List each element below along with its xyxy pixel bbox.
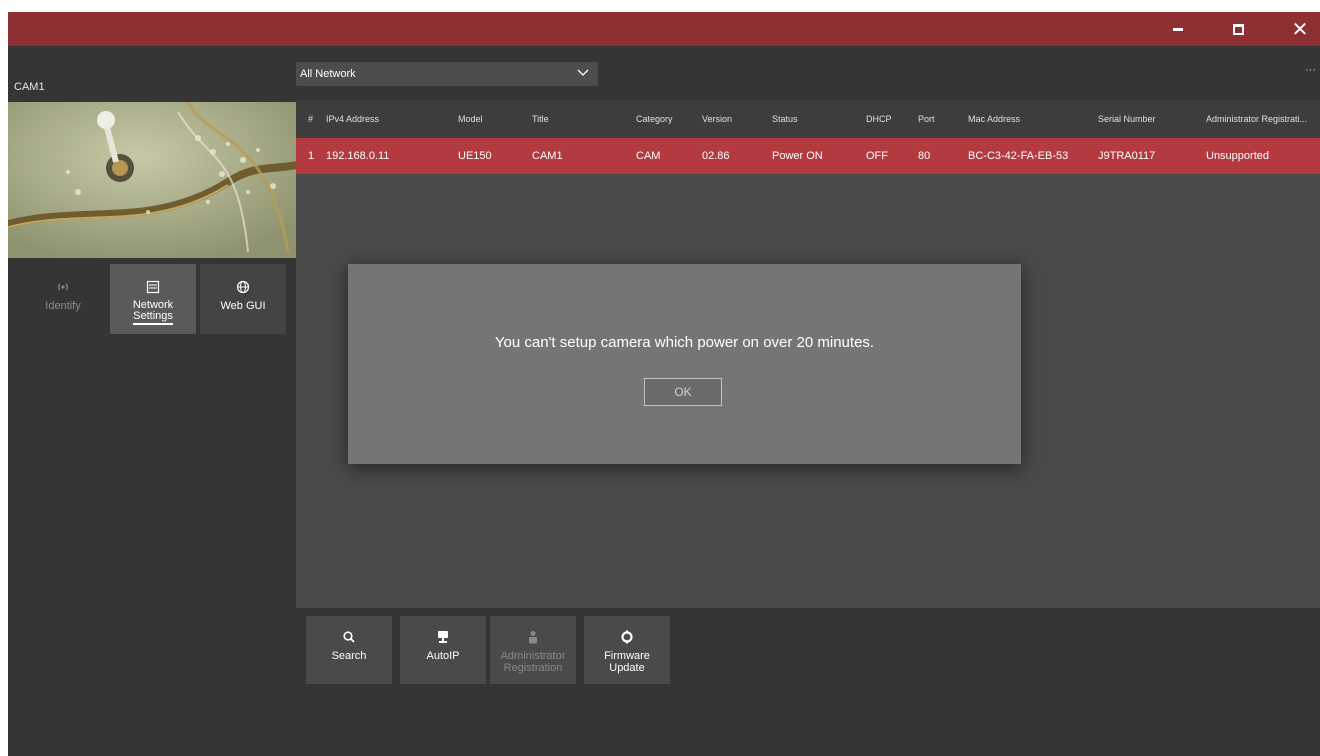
application-window: ✕ CAM1 Identify Network Settings Web GUI… — [8, 12, 1320, 756]
ok-button[interactable]: OK — [644, 378, 722, 406]
restore-icon — [1232, 23, 1244, 35]
network-settings-icon — [146, 280, 160, 294]
more-menu-button[interactable]: ··· — [1305, 64, 1316, 76]
cell-dhcp: OFF — [866, 150, 888, 162]
cell-model: UE150 — [458, 150, 492, 162]
firmware-update-icon — [621, 630, 633, 644]
administrator-label-line1: Administrator — [500, 650, 566, 662]
cell-port: 80 — [918, 150, 931, 162]
autoip-label: AutoIP — [426, 650, 460, 662]
search-button[interactable]: Search — [306, 616, 392, 684]
firmware-update-button[interactable]: Firmware Update — [584, 616, 670, 684]
autoip-icon — [438, 631, 448, 643]
col-version: Version — [702, 114, 733, 124]
col-mac: Mac Address — [968, 114, 1021, 124]
web-gui-button[interactable]: Web GUI — [200, 264, 286, 334]
camera-name: CAM1 — [14, 81, 45, 93]
user-icon — [529, 631, 537, 644]
autoip-button[interactable]: AutoIP — [400, 616, 486, 684]
left-panel: CAM1 Identify Network Settings Web GUI — [8, 46, 296, 756]
cell-serial: J9TRA0117 — [1098, 150, 1156, 162]
alert-dialog: You can't setup camera which power on ov… — [348, 264, 1021, 464]
col-status: Status — [772, 114, 798, 124]
administrator-registration-button[interactable]: Administrator Registration — [490, 616, 576, 684]
col-index: # — [308, 114, 314, 124]
globe-icon — [236, 280, 250, 294]
col-dhcp: DHCP — [866, 114, 892, 124]
administrator-label-line2: Registration — [503, 662, 563, 674]
cell-title: CAM1 — [532, 150, 563, 162]
col-title: Title — [532, 114, 549, 124]
web-gui-label: Web GUI — [220, 300, 266, 312]
col-ipv4: IPv4 Address — [326, 114, 380, 124]
close-button[interactable]: ✕ — [1278, 12, 1320, 46]
firmware-label-line1: Firmware — [604, 650, 650, 662]
restore-button[interactable] — [1216, 12, 1260, 46]
network-settings-button[interactable]: Network Settings — [110, 264, 196, 334]
identify-button[interactable]: Identify — [20, 264, 106, 334]
search-icon — [343, 631, 355, 643]
col-serial: Serial Number — [1098, 114, 1156, 124]
close-icon: ✕ — [1291, 18, 1309, 41]
cell-admin-registration: Unsupported — [1206, 150, 1269, 162]
camera-preview-image — [8, 102, 296, 258]
chevron-down-icon — [577, 69, 589, 76]
cell-mac: BC-C3-42-FA-EB-53 — [968, 150, 1069, 162]
title-bar: ✕ — [8, 12, 1320, 46]
firmware-label-line2: Update — [609, 662, 645, 674]
table-row[interactable]: 1 192.168.0.11 UE150 CAM1 CAM 02.86 Powe… — [296, 138, 1320, 174]
col-admin-registration: Administrator Registrati... — [1206, 114, 1308, 124]
table-header: # IPv4 Address Model Title Category Vers… — [296, 100, 1320, 138]
network-settings-label-line2: Settings — [133, 310, 173, 322]
cell-category: CAM — [636, 150, 661, 162]
identify-icon — [58, 283, 68, 291]
cell-index: 1 — [308, 150, 315, 162]
network-filter-value: All Network — [300, 68, 356, 80]
identify-label: Identify — [45, 300, 81, 312]
col-port: Port — [918, 114, 935, 124]
network-settings-label: Network Settings — [132, 300, 174, 325]
cell-ipv4: 192.168.0.11 — [326, 150, 390, 162]
col-category: Category — [636, 114, 673, 124]
cell-status: Power ON — [772, 150, 823, 162]
camera-preview — [8, 102, 296, 258]
network-filter-dropdown[interactable]: All Network — [296, 62, 598, 86]
cell-version: 02.86 — [702, 150, 730, 162]
col-model: Model — [458, 114, 483, 124]
minimize-button[interactable] — [1156, 12, 1200, 46]
dialog-message: You can't setup camera which power on ov… — [494, 334, 875, 351]
minimize-icon — [1173, 27, 1183, 31]
search-label: Search — [331, 650, 367, 662]
